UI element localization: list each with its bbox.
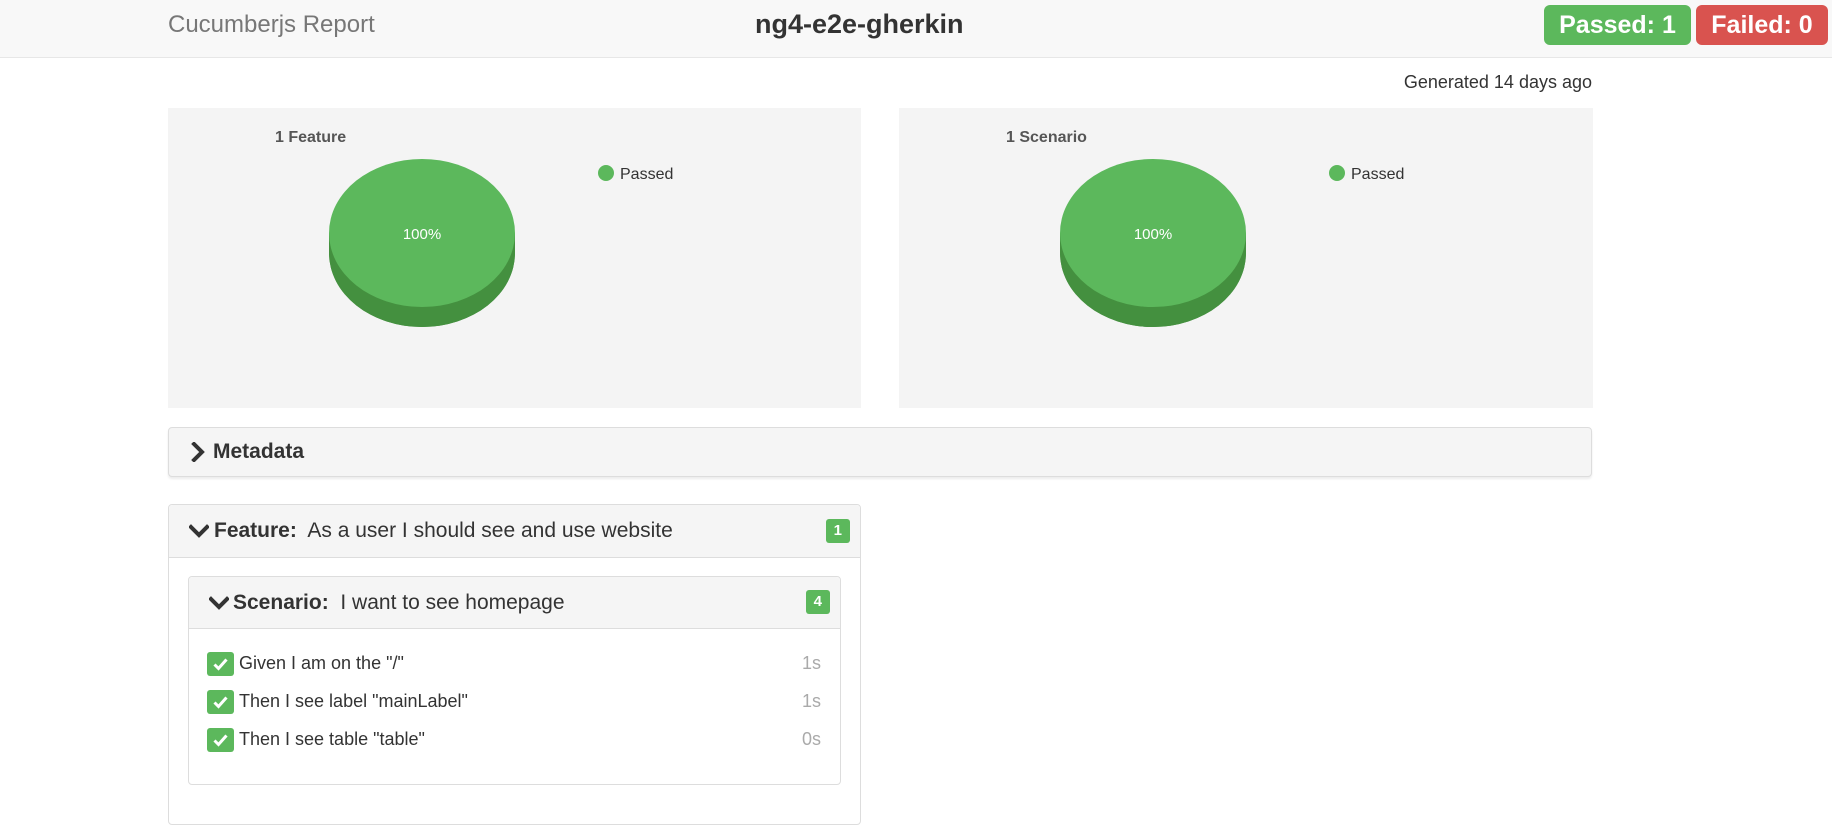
metadata-panel[interactable]: Metadata bbox=[168, 427, 1592, 477]
legend-label: Passed bbox=[1351, 166, 1404, 183]
scenario-step-count-badge: 4 bbox=[805, 590, 830, 614]
feature-name: As a user I should see and use website bbox=[307, 519, 673, 542]
chevron-right-icon bbox=[191, 442, 205, 462]
check-icon bbox=[207, 690, 234, 714]
step-text: Then I see table "table" bbox=[239, 729, 425, 749]
passed-count-badge: Passed: 1 bbox=[1544, 5, 1691, 45]
step-duration: 0s bbox=[801, 729, 821, 749]
chart-legend[interactable]: Passed bbox=[598, 165, 673, 183]
feature-panel: Feature: As a user I should see and use … bbox=[168, 504, 861, 825]
chart-title: 1 Feature bbox=[275, 129, 346, 146]
legend-marker bbox=[1329, 165, 1345, 181]
check-icon bbox=[207, 728, 234, 752]
step-duration: 1s bbox=[801, 653, 821, 673]
legend-label: Passed bbox=[620, 166, 673, 183]
step-row: Then I see label "mainLabel" 1s bbox=[207, 688, 821, 716]
chart-title: 1 Scenario bbox=[1006, 129, 1087, 146]
step-row: Then I see table "table" 0s bbox=[207, 726, 821, 754]
scenario-panel: Scenario: I want to see homepage 4 Given… bbox=[188, 576, 841, 785]
generated-timestamp: Generated 14 days ago bbox=[1403, 72, 1592, 92]
step-duration: 1s bbox=[801, 691, 821, 711]
scenario-keyword: Scenario: bbox=[233, 591, 329, 614]
scenario-heading[interactable]: Scenario: I want to see homepage 4 bbox=[189, 577, 840, 629]
chevron-down-icon bbox=[189, 524, 209, 538]
scenario-chart-panel: 1 Scenario 100% Passed bbox=[899, 108, 1593, 408]
metadata-title: Metadata bbox=[213, 440, 305, 463]
scenario-name: I want to see homepage bbox=[340, 591, 565, 614]
feature-chart-panel: 1 Feature 100% Passed bbox=[168, 108, 861, 408]
chart-legend[interactable]: Passed bbox=[1329, 165, 1404, 183]
step-row: Given I am on the "/" 1s bbox=[207, 650, 821, 678]
feature-pie-chart: 1 Feature 100% Passed bbox=[275, 129, 673, 327]
pie-data-label: 100% bbox=[403, 226, 441, 243]
pie-slice bbox=[329, 159, 515, 327]
step-text: Then I see label "mainLabel" bbox=[239, 691, 468, 711]
check-icon bbox=[207, 652, 234, 676]
feature-scenario-count-badge: 1 bbox=[825, 519, 850, 543]
chevron-down-icon bbox=[209, 596, 229, 610]
legend-marker bbox=[598, 165, 614, 181]
feature-title: Feature: As a user I should see and use … bbox=[214, 519, 673, 543]
pie-slice bbox=[1060, 159, 1246, 327]
feature-keyword: Feature: bbox=[214, 519, 297, 542]
brand-link[interactable]: Cucumberjs Report bbox=[168, 11, 375, 39]
feature-heading[interactable]: Feature: As a user I should see and use … bbox=[169, 505, 860, 558]
scenario-title: Scenario: I want to see homepage bbox=[233, 591, 565, 615]
navbar: Cucumberjs Report ng4-e2e-gherkin Passed… bbox=[0, 0, 1832, 58]
scenario-pie-chart: 1 Scenario 100% Passed bbox=[1006, 129, 1404, 327]
failed-count-badge: Failed: 0 bbox=[1696, 5, 1828, 45]
step-text: Given I am on the "/" bbox=[239, 653, 404, 673]
report-title: ng4-e2e-gherkin bbox=[755, 9, 964, 39]
pie-data-label: 100% bbox=[1134, 226, 1172, 243]
